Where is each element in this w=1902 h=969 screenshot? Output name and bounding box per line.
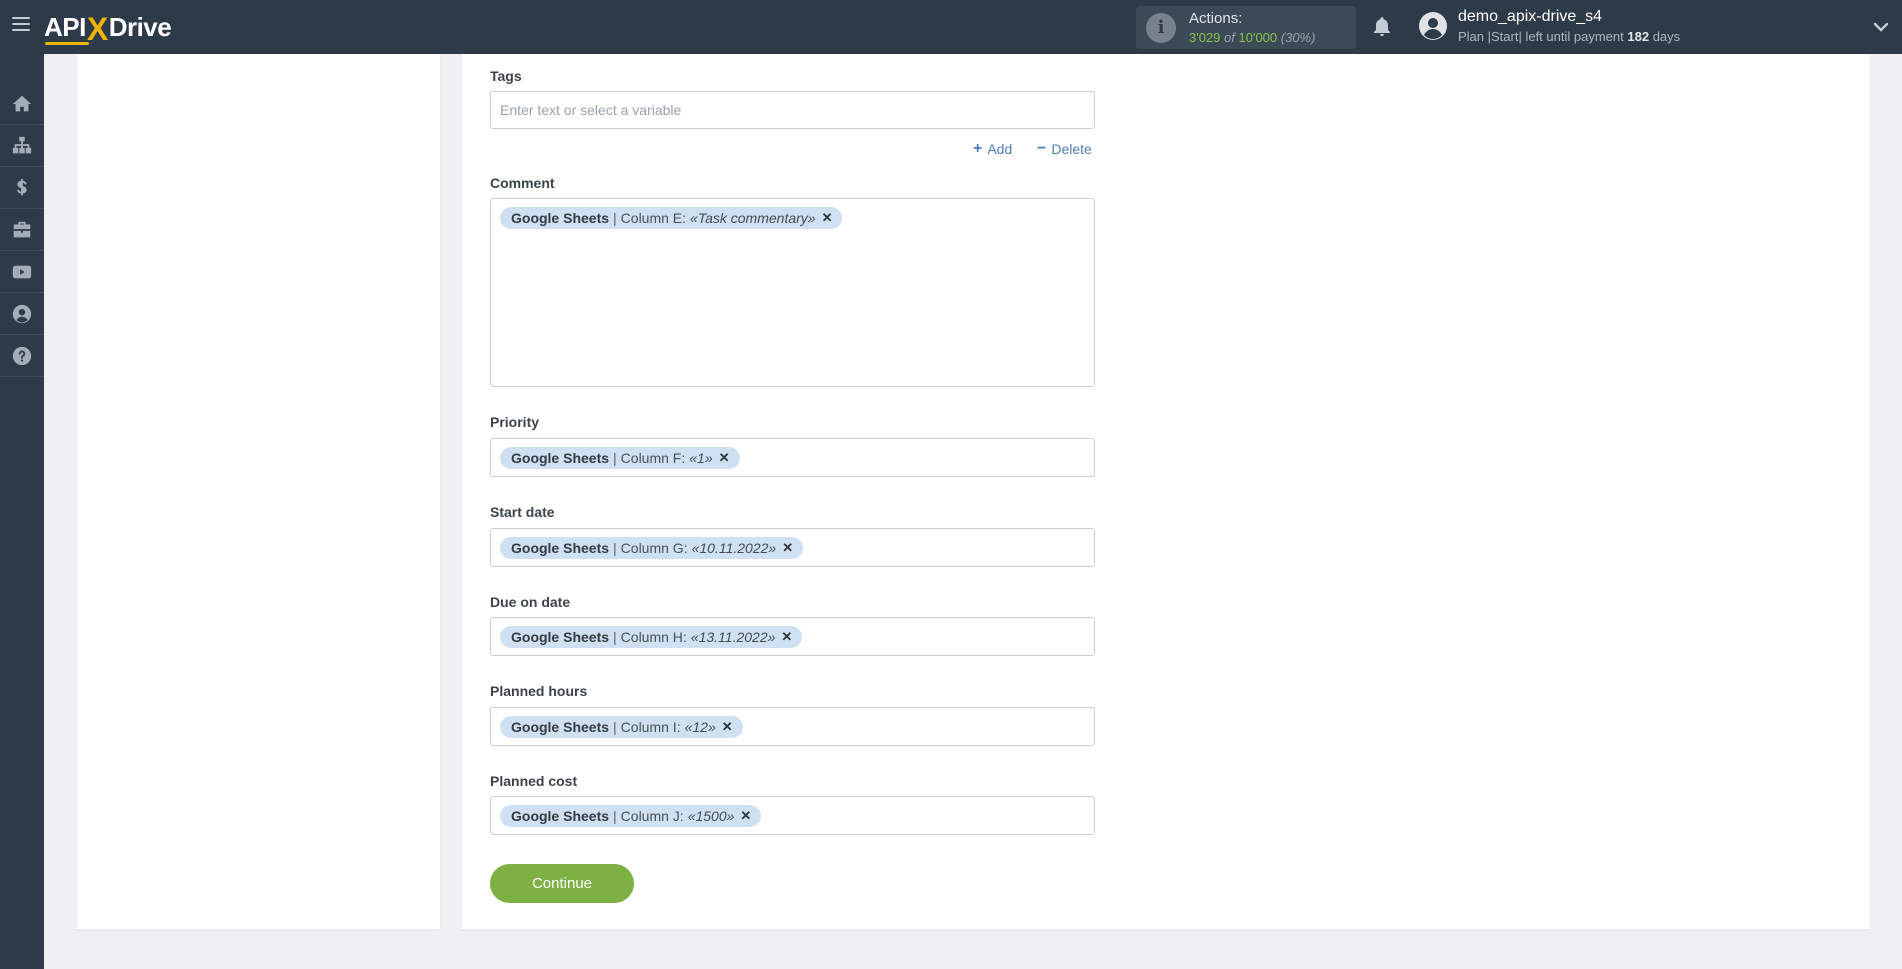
tags-label: Tags	[490, 68, 522, 84]
plus-icon: +	[973, 140, 983, 157]
chip-separator: |	[613, 540, 617, 556]
sidebar	[0, 54, 44, 969]
chip-source: Google Sheets	[511, 719, 610, 735]
chip-separator: |	[613, 450, 617, 466]
due-date-field[interactable]: Google Sheets | Column H: «13.11.2022» ✕	[490, 617, 1095, 656]
chip-separator: |	[613, 629, 617, 645]
variable-chip[interactable]: Google Sheets | Column F: «1» ✕	[500, 447, 740, 469]
chip-separator: |	[613, 210, 617, 226]
variable-chip[interactable]: Google Sheets | Column I: «12» ✕	[500, 716, 743, 738]
nav-video[interactable]	[0, 252, 44, 293]
chip-value: «1»	[689, 450, 713, 466]
dollar-icon	[17, 178, 27, 196]
chip-separator: |	[613, 719, 617, 735]
start-date-field[interactable]: Google Sheets | Column G: «10.11.2022» ✕	[490, 528, 1095, 567]
logo-underline	[45, 42, 89, 45]
delete-label: Delete	[1051, 141, 1092, 157]
continue-button[interactable]: Continue	[490, 864, 634, 903]
sitemap-icon	[12, 136, 32, 154]
chip-column: Column J:	[620, 808, 684, 824]
tags-input[interactable]	[491, 92, 1094, 128]
nav-home[interactable]	[0, 84, 44, 125]
info-icon: i	[1146, 13, 1176, 43]
video-icon	[12, 265, 32, 279]
logo[interactable]: API X Drive	[44, 11, 172, 47]
chip-separator: |	[613, 808, 617, 824]
nav-help[interactable]	[0, 336, 44, 377]
close-icon[interactable]: ✕	[719, 450, 730, 466]
planned-hours-label: Planned hours	[490, 683, 588, 699]
chip-value: «12»	[684, 719, 716, 735]
tags-field[interactable]	[490, 91, 1095, 129]
close-icon[interactable]: ✕	[781, 629, 792, 645]
actions-total: 10'000	[1238, 30, 1278, 45]
planned-cost-field[interactable]: Google Sheets | Column J: «1500» ✕	[490, 796, 1095, 835]
chip-column: Column G:	[620, 540, 688, 556]
chip-source: Google Sheets	[511, 210, 610, 226]
variable-chip[interactable]: Google Sheets | Column J: «1500» ✕	[500, 805, 762, 827]
chip-value: «13.11.2022»	[690, 629, 776, 645]
chip-source: Google Sheets	[511, 629, 610, 645]
actions-percent: (30%)	[1280, 30, 1316, 45]
home-icon	[12, 95, 32, 112]
plan-info: Plan |Start| left until payment 182 days	[1458, 29, 1680, 44]
variable-chip[interactable]: Google Sheets | Column E: «Task commentary»…	[500, 207, 843, 229]
plan-days-suffix: days	[1652, 29, 1681, 44]
planned-hours-field[interactable]: Google Sheets | Column I: «12» ✕	[490, 707, 1095, 746]
logo-x: X	[86, 11, 108, 47]
user-circle-icon	[12, 304, 32, 324]
add-button[interactable]: + Add	[973, 140, 1012, 158]
start-date-label: Start date	[490, 504, 555, 520]
close-icon[interactable]: ✕	[782, 540, 793, 556]
chip-source: Google Sheets	[511, 450, 610, 466]
close-icon[interactable]: ✕	[740, 808, 751, 824]
actions-value: 3'029 of 10'000 (30%)	[1189, 30, 1315, 45]
priority-field[interactable]: Google Sheets | Column F: «1» ✕	[490, 438, 1095, 477]
actions-of: of	[1224, 30, 1235, 45]
chip-column: Column H:	[620, 629, 687, 645]
actions-label: Actions:	[1189, 10, 1243, 27]
chip-value: «1500»	[687, 808, 735, 824]
logo-drive: Drive	[108, 12, 172, 42]
help-icon	[12, 346, 32, 366]
plan-prefix: Plan |Start| left until payment	[1458, 29, 1624, 44]
logo-api: API	[44, 12, 86, 42]
user-name[interactable]: demo_apix-drive_s4	[1458, 8, 1602, 26]
left-panel	[77, 54, 440, 929]
actions-used: 3'029	[1189, 30, 1221, 45]
menu-icon[interactable]	[12, 17, 30, 37]
close-icon[interactable]: ✕	[722, 719, 733, 735]
add-label: Add	[987, 141, 1013, 157]
chip-value: «10.11.2022»	[691, 540, 777, 556]
nav-connections[interactable]	[0, 126, 44, 167]
bell-icon[interactable]	[1370, 15, 1394, 39]
nav-billing[interactable]	[0, 168, 44, 209]
chip-source: Google Sheets	[511, 540, 610, 556]
plan-days: 182	[1627, 29, 1650, 44]
planned-cost-label: Planned cost	[490, 773, 578, 789]
close-icon[interactable]: ✕	[822, 210, 833, 226]
comment-field[interactable]: Google Sheets | Column E: «Task commentary»…	[490, 198, 1095, 387]
minus-icon: −	[1037, 140, 1047, 157]
actions-counter[interactable]: i Actions: 3'029 of 10'000 (30%)	[1136, 6, 1356, 49]
comment-label: Comment	[490, 175, 555, 191]
avatar[interactable]	[1418, 11, 1448, 41]
nav-account[interactable]	[0, 294, 44, 335]
priority-label: Priority	[490, 414, 540, 430]
chip-column: Column F:	[620, 450, 686, 466]
chip-column: Column E:	[620, 210, 687, 226]
top-bar: API X Drive i Actions: 3'029 of 10'000 (30…	[0, 0, 1902, 54]
variable-chip[interactable]: Google Sheets | Column H: «13.11.2022» ✕	[500, 626, 803, 648]
nav-tools[interactable]	[0, 210, 44, 251]
delete-button[interactable]: − Delete	[1037, 140, 1092, 158]
variable-chip[interactable]: Google Sheets | Column G: «10.11.2022» ✕	[500, 537, 804, 559]
chip-source: Google Sheets	[511, 808, 610, 824]
chip-value: «Task commentary»	[690, 210, 816, 226]
chevron-down-icon[interactable]	[1872, 18, 1890, 36]
briefcase-icon	[13, 221, 31, 238]
due-date-label: Due on date	[490, 594, 571, 610]
chip-column: Column I:	[620, 719, 681, 735]
